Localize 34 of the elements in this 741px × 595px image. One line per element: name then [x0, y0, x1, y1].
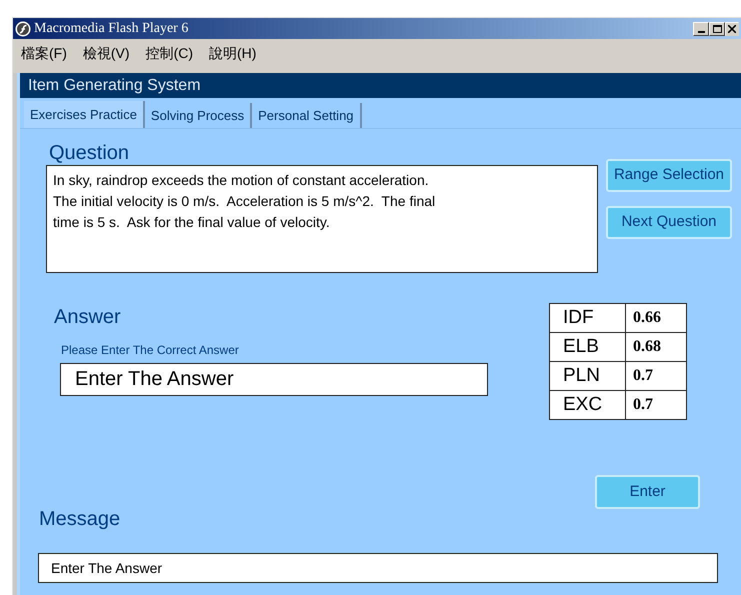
score-name: IDF	[550, 304, 626, 332]
score-value: 0.7	[632, 395, 654, 415]
message-heading: Message	[39, 507, 122, 531]
side-button[interactable]: Range Selection	[606, 159, 732, 192]
flash-logo-icon	[15, 20, 31, 36]
close-icon	[728, 24, 736, 32]
minimize-icon	[698, 30, 704, 32]
close-button[interactable]	[725, 22, 739, 36]
question-line: In sky, raindrop exceeds the motion of constant acceleration.	[53, 171, 430, 190]
question-heading: Question	[49, 141, 130, 165]
minimize-button[interactable]	[693, 22, 709, 36]
tab[interactable]: Exercises Practice	[24, 101, 145, 128]
score-name: PLN	[550, 362, 626, 390]
score-value: 0.68	[632, 337, 662, 357]
score-value: 0.7	[632, 366, 654, 386]
app-title: Item Generating System	[28, 76, 201, 96]
question-line: The initial velocity is 0 m/s. Acceleration is 5 m/s^2. The final	[53, 192, 436, 211]
window-title: Macromedia Flash Player 6	[34, 20, 188, 38]
side-button[interactable]: Next Question	[606, 206, 732, 239]
score-name: ELB	[550, 333, 626, 361]
menu-item[interactable]: 檔案(F)	[21, 42, 67, 64]
enter-button[interactable]: Enter	[595, 475, 700, 509]
menu-item[interactable]: 說明(H)	[209, 42, 256, 64]
menu-item[interactable]: 控制(C)	[146, 42, 193, 64]
message-text: Enter The Answer	[51, 558, 162, 578]
score-name: EXC	[550, 391, 626, 419]
maximize-icon	[712, 24, 722, 32]
answer-field[interactable]: Enter The Answer	[60, 363, 488, 396]
score-value: 0.66	[632, 308, 662, 328]
menu-item[interactable]: 檢視(V)	[82, 42, 130, 64]
answer-label: Please Enter The Correct Answer	[61, 342, 240, 359]
answer-heading: Answer	[54, 305, 122, 329]
maximize-button[interactable]	[709, 22, 725, 36]
question-line: time is 5 s. Ask for the final value of velocity.	[53, 213, 331, 232]
